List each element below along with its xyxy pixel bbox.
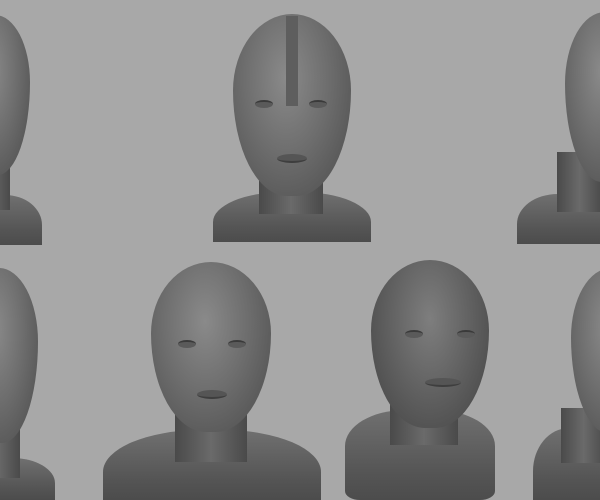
bust-top-center	[213, 14, 371, 242]
bust-top-left	[0, 10, 50, 245]
bust-bottom-left	[0, 268, 55, 500]
bust-bottom-center-left	[103, 262, 321, 500]
bust-top-right	[517, 12, 600, 244]
head-stripe	[286, 16, 298, 106]
bust-bottom-right	[533, 268, 600, 500]
bust-bottom-center-right	[345, 260, 497, 500]
